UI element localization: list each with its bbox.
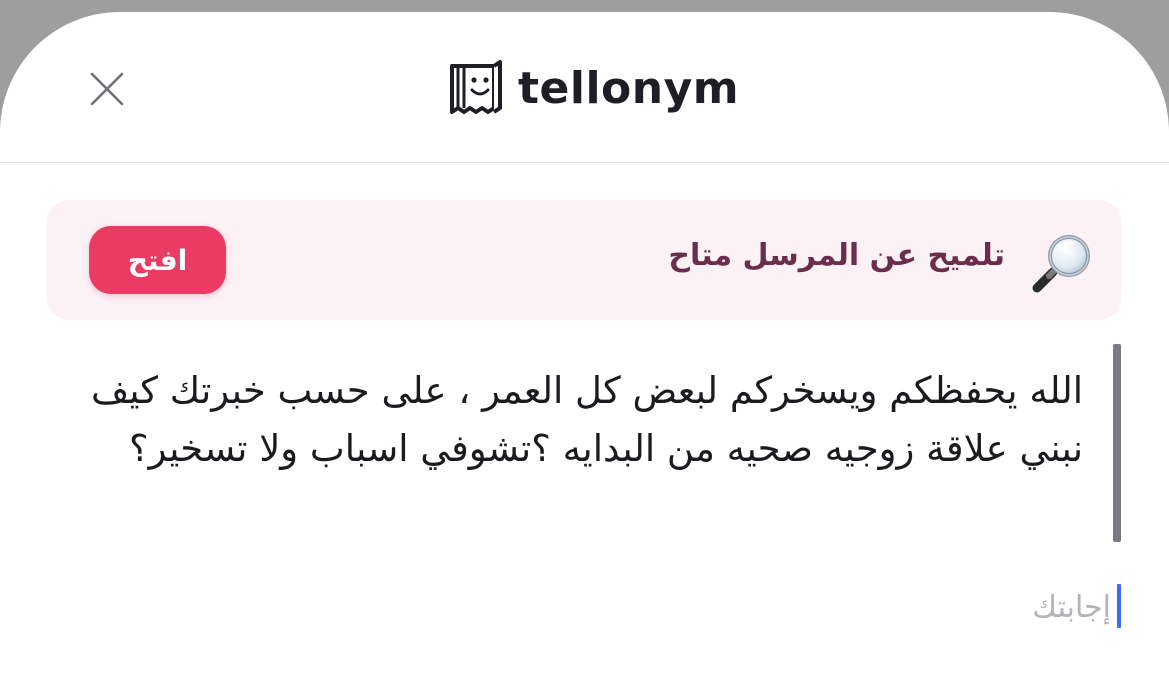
text-caret xyxy=(1117,584,1121,628)
answer-field[interactable] xyxy=(600,582,1121,632)
tellonym-logo-icon xyxy=(446,58,504,118)
sender-hint-banner: تلميح عن المرسل متاح افتح xyxy=(47,200,1121,320)
open-hint-button[interactable]: افتح xyxy=(89,226,226,294)
sheet-header: tellonym xyxy=(0,12,1169,163)
close-icon xyxy=(90,72,124,106)
close-button[interactable] xyxy=(84,66,130,112)
question-text: الله يحفظكم ويسخركم لبعض كل العمر ، على … xyxy=(90,369,1083,470)
tell-answer-sheet: tellonym تلميح عن المرسل متاح افتح الله … xyxy=(0,12,1169,677)
quote-bar xyxy=(1113,344,1121,542)
magnifier-icon xyxy=(1031,230,1095,294)
question-block: الله يحفظكم ويسخركم لبعض كل العمر ، على … xyxy=(60,344,1121,542)
answer-input[interactable] xyxy=(611,582,1111,632)
hint-available-text: تلميح عن المرسل متاح xyxy=(668,238,1005,273)
brand: tellonym xyxy=(446,56,739,120)
brand-name: tellonym xyxy=(518,62,740,114)
